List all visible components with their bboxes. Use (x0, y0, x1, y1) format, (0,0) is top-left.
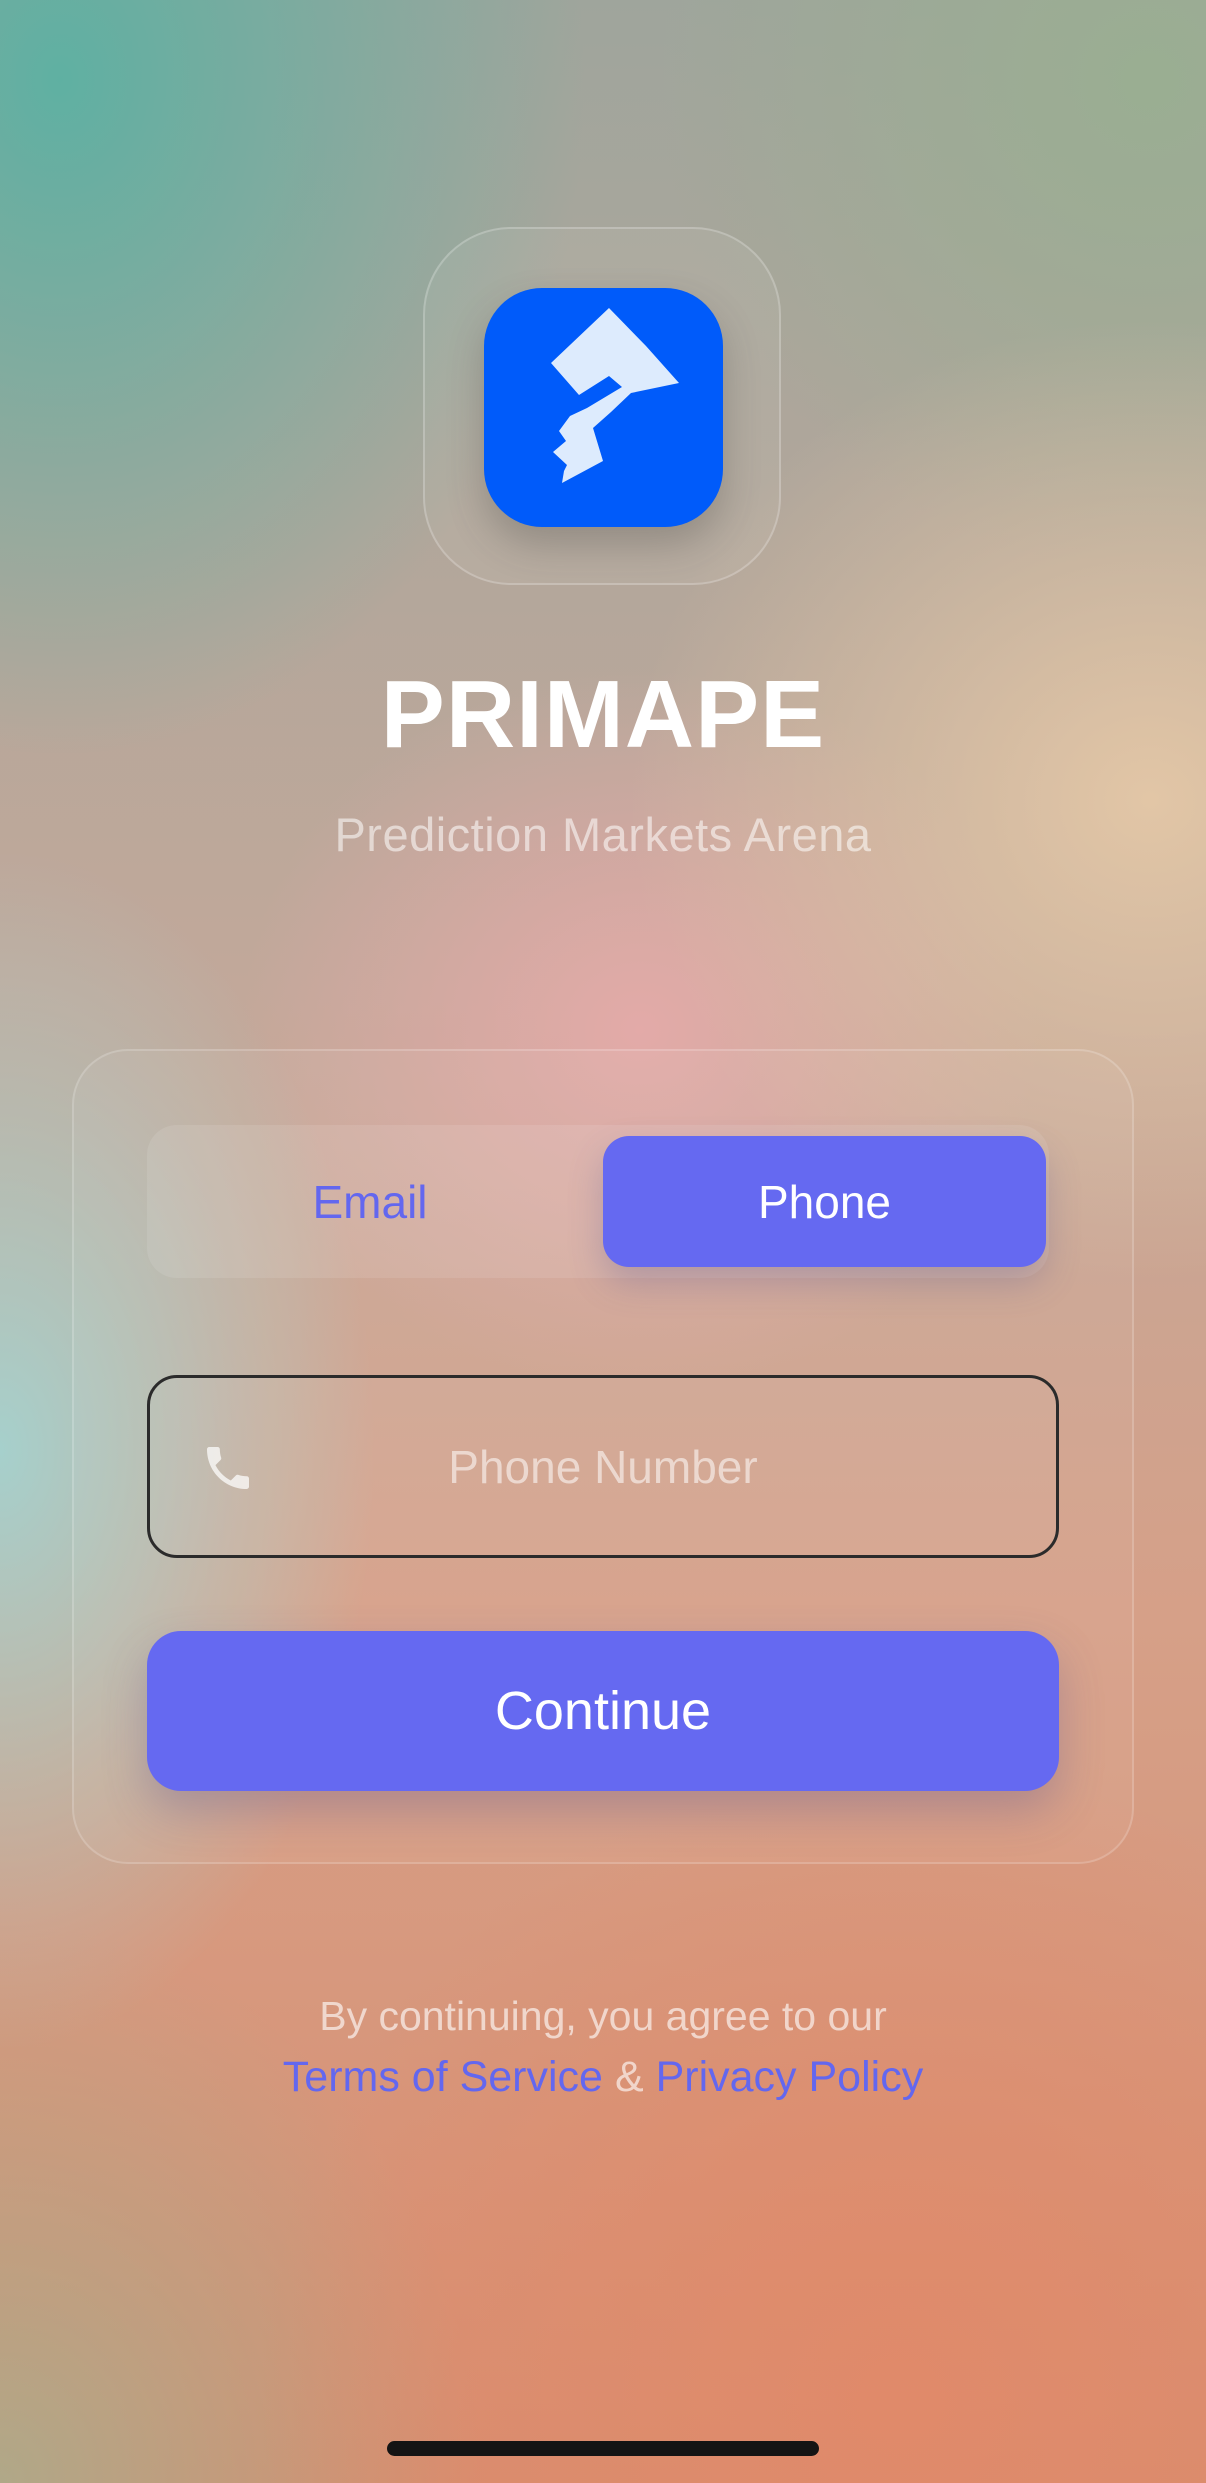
legal-notice: By continuing, you agree to our (319, 1993, 887, 2039)
legal-links: Terms of Service & Privacy Policy (0, 2047, 1206, 2107)
phone-icon (207, 1447, 249, 1489)
phone-number-input[interactable] (290, 1400, 916, 1533)
app-tagline: Prediction Markets Arena (334, 808, 872, 861)
privacy-policy-link[interactable]: Privacy Policy (656, 2053, 924, 2101)
tab-email[interactable]: Email (147, 1136, 593, 1267)
legal-separator: & (614, 2053, 644, 2101)
tab-phone[interactable]: Phone (603, 1136, 1046, 1267)
app-title: PRIMAPE (380, 661, 826, 768)
primape-logo-glyph (551, 308, 679, 483)
home-indicator[interactable] (387, 2441, 819, 2456)
continue-button[interactable]: Continue (147, 1631, 1059, 1791)
terms-of-service-link[interactable]: Terms of Service (283, 2053, 603, 2101)
primape-logo-icon (484, 288, 723, 527)
